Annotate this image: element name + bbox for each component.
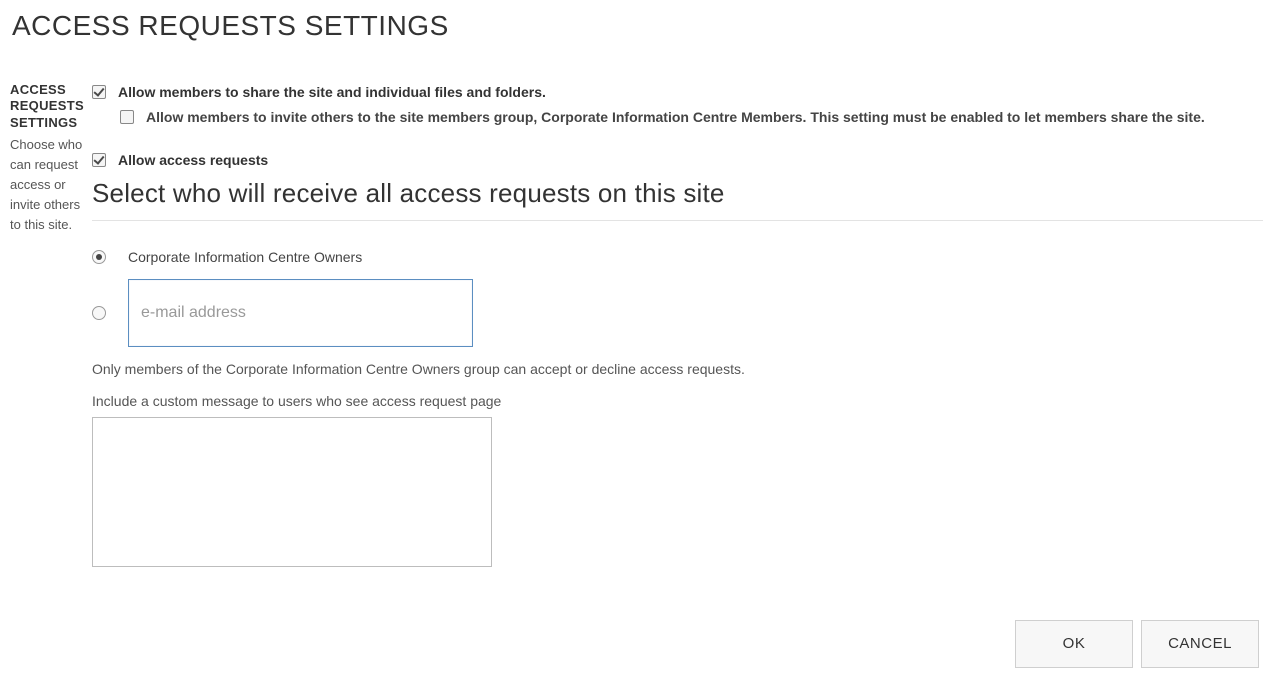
row-allow-access-requests: Allow access requests: [92, 150, 1263, 171]
custom-message-label: Include a custom message to users who se…: [92, 393, 1263, 409]
section-summary: ACCESS REQUESTS SETTINGS Choose who can …: [10, 82, 92, 235]
row-allow-invite: Allow members to invite others to the si…: [92, 107, 1263, 128]
row-option-owners: Corporate Information Centre Owners: [92, 249, 1263, 265]
custom-message-textarea[interactable]: [92, 417, 492, 567]
cancel-button[interactable]: CANCEL: [1141, 620, 1259, 668]
checkbox-allow-access-requests[interactable]: [92, 153, 106, 167]
row-option-email: [92, 279, 1263, 347]
settings-main: Allow members to share the site and indi…: [92, 82, 1263, 668]
divider: [92, 220, 1263, 221]
ok-button[interactable]: OK: [1015, 620, 1133, 668]
label-allow-share: Allow members to share the site and indi…: [118, 82, 546, 103]
radio-option-email[interactable]: [92, 306, 106, 320]
checkbox-allow-invite[interactable]: [120, 110, 134, 124]
email-input[interactable]: [128, 279, 473, 347]
label-allow-access-requests: Allow access requests: [118, 150, 268, 171]
checkbox-allow-share[interactable]: [92, 85, 106, 99]
owners-hint: Only members of the Corporate Informatio…: [92, 361, 1263, 377]
receive-heading: Select who will receive all access reque…: [92, 177, 1263, 210]
radio-option-owners[interactable]: [92, 250, 106, 264]
dialog-footer: OK CANCEL: [92, 620, 1263, 668]
label-allow-invite: Allow members to invite others to the si…: [146, 107, 1205, 128]
section-summary-description: Choose who can request access or invite …: [10, 135, 88, 236]
page-title: ACCESS REQUESTS SETTINGS: [10, 10, 1263, 42]
row-allow-share: Allow members to share the site and indi…: [92, 82, 1263, 103]
settings-layout: ACCESS REQUESTS SETTINGS Choose who can …: [10, 82, 1263, 668]
label-option-owners: Corporate Information Centre Owners: [128, 249, 362, 265]
section-summary-heading: ACCESS REQUESTS SETTINGS: [10, 82, 88, 131]
